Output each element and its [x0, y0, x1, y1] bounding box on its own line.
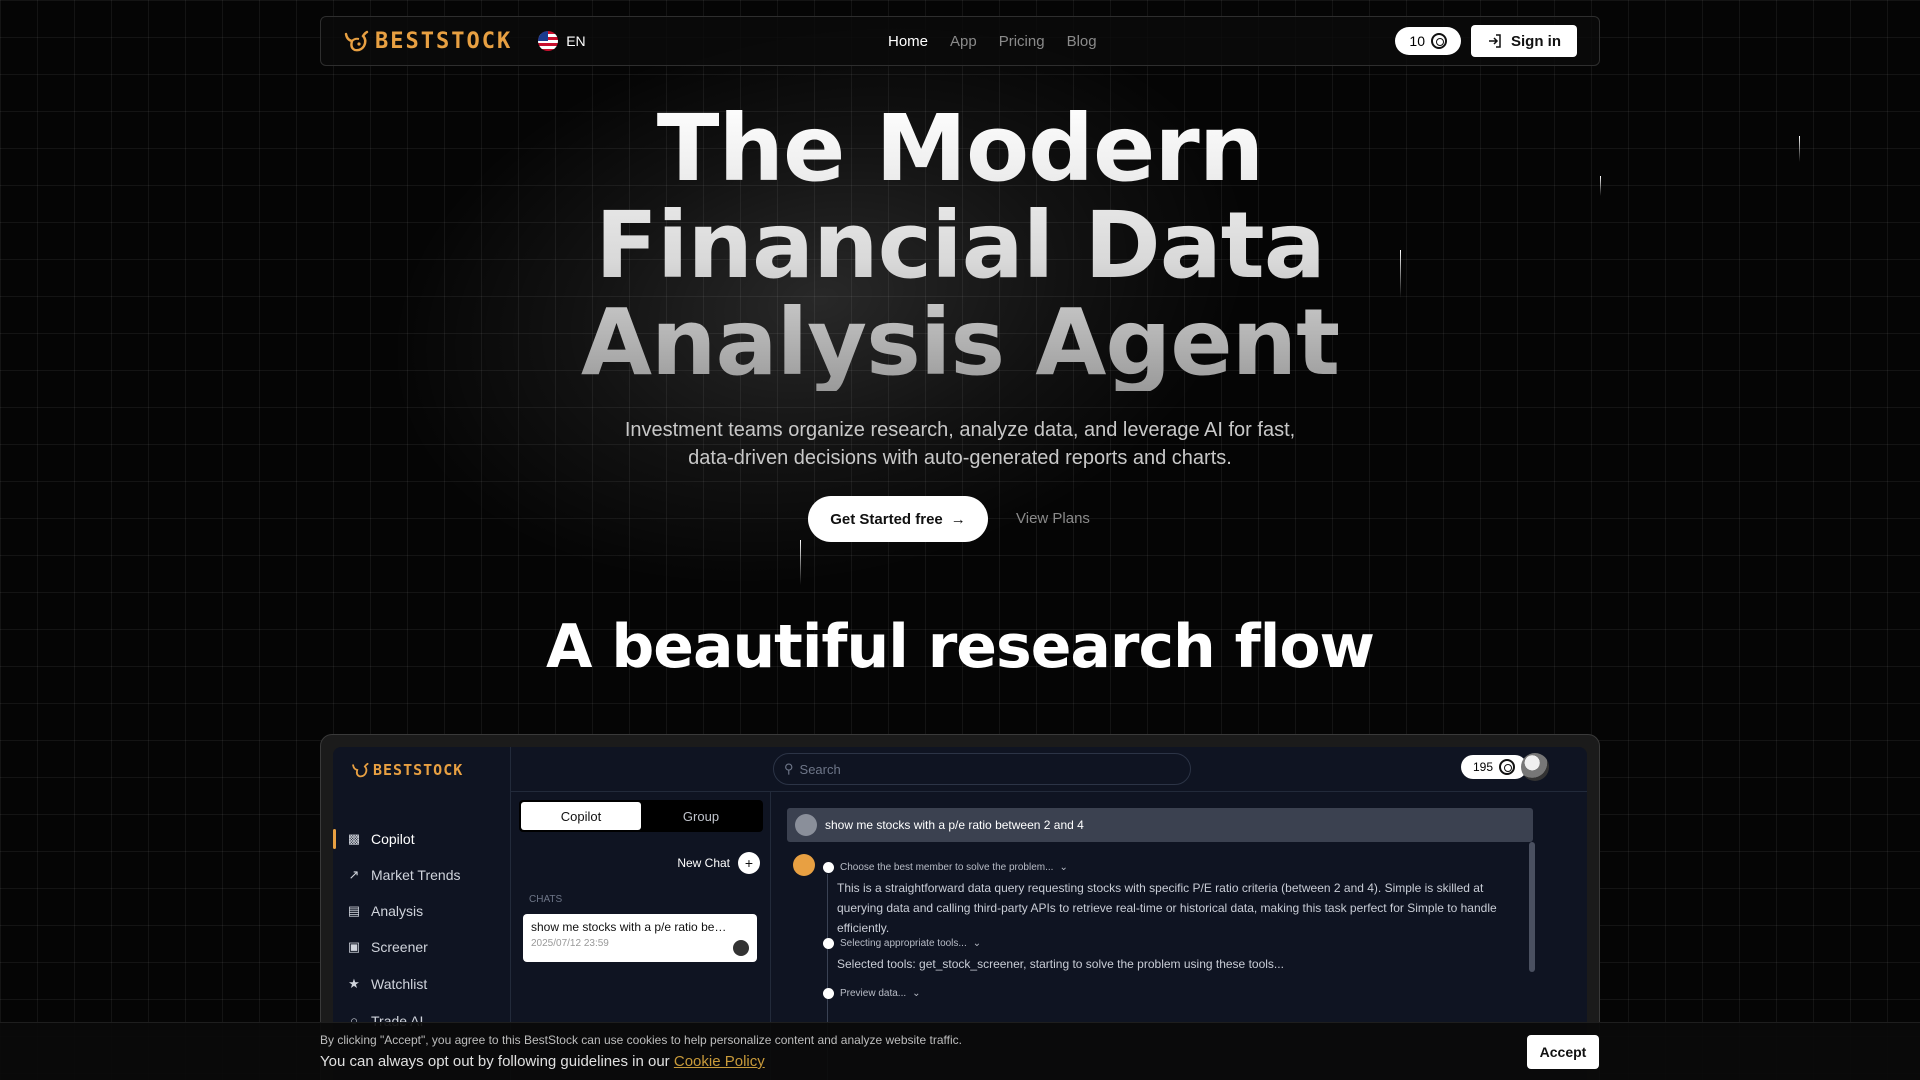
step-header[interactable]: Choose the best member to solve the prob…: [823, 862, 1068, 873]
plus-icon: +: [738, 852, 760, 874]
light-streak: [800, 540, 801, 585]
scrollbar[interactable]: [1529, 842, 1535, 972]
cookie-notice-text: By clicking "Accept", you agree to this …: [320, 1033, 962, 1047]
app-credits-count: 195: [1473, 760, 1494, 774]
chats-section-label: CHATS: [529, 894, 563, 905]
accept-cookies-button[interactable]: Accept: [1527, 1035, 1599, 1069]
credits-count: 10: [1409, 33, 1425, 49]
view-plans-link[interactable]: View Plans: [1016, 510, 1090, 527]
sidebar-item-label: Analysis: [371, 903, 424, 919]
sidebar-item-label: Screener: [371, 939, 428, 955]
hero-title-line: The Modern: [656, 95, 1264, 202]
bot-icon: [793, 854, 815, 876]
sign-in-button[interactable]: Sign in: [1471, 25, 1577, 57]
login-icon: [1489, 34, 1501, 48]
hero-subtitle-line: data-driven decisions with auto-generate…: [688, 447, 1232, 469]
brand-logo[interactable]: BESTSTOCK: [343, 28, 512, 54]
cookie-optout-label: You can always opt out by following guid…: [320, 1053, 670, 1070]
coin-icon: [1431, 33, 1447, 49]
nav-actions: 10 Sign in: [1395, 25, 1577, 57]
app-brand-name: BESTSTOCK: [373, 761, 464, 779]
sign-in-label: Sign in: [1511, 32, 1561, 50]
section-title: A beautiful research flow: [546, 612, 1375, 682]
new-chat-button[interactable]: New Chat +: [677, 852, 760, 874]
tab-copilot[interactable]: Copilot: [521, 802, 641, 830]
cookie-banner: By clicking "Accept", you agree to this …: [0, 1022, 1920, 1080]
chart-icon: ▤: [347, 903, 361, 918]
step-body: Selected tools: get_stock_screener, star…: [837, 957, 1284, 971]
user-avatar[interactable]: [1521, 753, 1549, 781]
screener-icon: ▣: [347, 939, 361, 954]
coin-icon: [1499, 759, 1516, 775]
sidebar-item-label: Market Trends: [371, 867, 461, 883]
us-flag-icon: [538, 31, 559, 51]
get-started-button[interactable]: Get Started free →: [808, 496, 988, 542]
chat-icon: ▩: [347, 831, 361, 846]
user-message-text: show me stocks with a p/e ratio between …: [825, 818, 1084, 832]
nav-link-blog[interactable]: Blog: [1067, 33, 1097, 50]
trend-icon: ↗: [348, 867, 360, 882]
cookie-optout-text: You can always opt out by following guid…: [320, 1053, 765, 1070]
language-selector[interactable]: EN: [538, 31, 586, 51]
app-logo[interactable]: BESTSTOCK: [351, 761, 463, 779]
hero-title: The Modern Financial Data Analysis Agent: [0, 100, 1920, 391]
search-icon: ⚲: [784, 761, 794, 776]
chevron-down-icon: ⌄: [1059, 862, 1068, 873]
sidebar-item-screener[interactable]: ▣ Screener: [347, 937, 428, 957]
cookie-policy-link[interactable]: Cookie Policy: [674, 1053, 765, 1070]
step-body: This is a straightforward data query req…: [837, 881, 1497, 935]
hero-title-line: Financial Data: [595, 192, 1325, 299]
star-icon: ★: [348, 976, 360, 991]
arrow-right-icon: →: [950, 510, 966, 528]
chevron-down-icon: ⌄: [912, 988, 921, 999]
step-title: Choose the best member to solve the prob…: [840, 862, 1054, 873]
sidebar-item-watchlist[interactable]: ★ Watchlist: [347, 974, 427, 994]
top-navbar: BESTSTOCK EN Home App Pricing Blog 10 Si…: [320, 16, 1600, 66]
chat-list-item[interactable]: show me stocks with a p/e ratio betwee..…: [523, 914, 757, 962]
sidebar-item-market-trends[interactable]: ↗ Market Trends: [347, 865, 461, 885]
user-avatar-icon: [795, 814, 817, 836]
trash-icon[interactable]: [733, 940, 749, 956]
search-placeholder: Search: [799, 761, 841, 777]
check-icon: [823, 988, 834, 999]
hero-subtitle-line: Investment teams organize research, anal…: [624, 419, 1296, 441]
chat-title: show me stocks with a p/e ratio betwee..…: [531, 920, 727, 934]
language-label: EN: [566, 33, 586, 49]
sidebar-item-copilot[interactable]: ▩ Copilot: [333, 829, 415, 849]
bull-icon: [352, 762, 369, 778]
new-chat-label: New Chat: [677, 856, 730, 870]
sidebar-item-label: Watchlist: [371, 976, 428, 992]
step-header[interactable]: Preview data... ⌄: [823, 988, 921, 999]
check-icon: [823, 862, 834, 873]
user-message: show me stocks with a p/e ratio between …: [787, 808, 1533, 842]
get-started-label: Get Started free: [830, 510, 943, 528]
sidebar-item-label: Copilot: [371, 831, 415, 847]
step-title: Preview data...: [840, 988, 907, 999]
chat-date: 2025/07/12 23:59: [531, 938, 609, 949]
app-search-input[interactable]: ⚲ Search: [773, 753, 1191, 785]
tab-group[interactable]: Group: [641, 802, 761, 830]
sidebar-item-analysis[interactable]: ▤ Analysis: [347, 901, 423, 921]
check-icon: [823, 938, 834, 949]
step-title: Selecting appropriate tools...: [840, 938, 967, 949]
hero-subtitle: Investment teams organize research, anal…: [560, 416, 1360, 472]
credits-badge[interactable]: 10: [1395, 27, 1461, 55]
main-nav: Home App Pricing Blog: [888, 17, 1097, 65]
nav-link-home[interactable]: Home: [888, 33, 928, 50]
nav-link-app[interactable]: App: [950, 33, 977, 50]
chevron-down-icon: ⌄: [972, 938, 982, 949]
nav-link-pricing[interactable]: Pricing: [999, 33, 1045, 50]
app-credits-badge[interactable]: 195: [1461, 755, 1528, 779]
mode-tabs: Copilot Group: [519, 800, 763, 832]
hero-title-line: Analysis Agent: [580, 289, 1340, 396]
step-header[interactable]: Selecting appropriate tools... ⌄: [823, 938, 981, 949]
bull-icon: [344, 30, 369, 52]
brand-name: BESTSTOCK: [375, 28, 513, 54]
